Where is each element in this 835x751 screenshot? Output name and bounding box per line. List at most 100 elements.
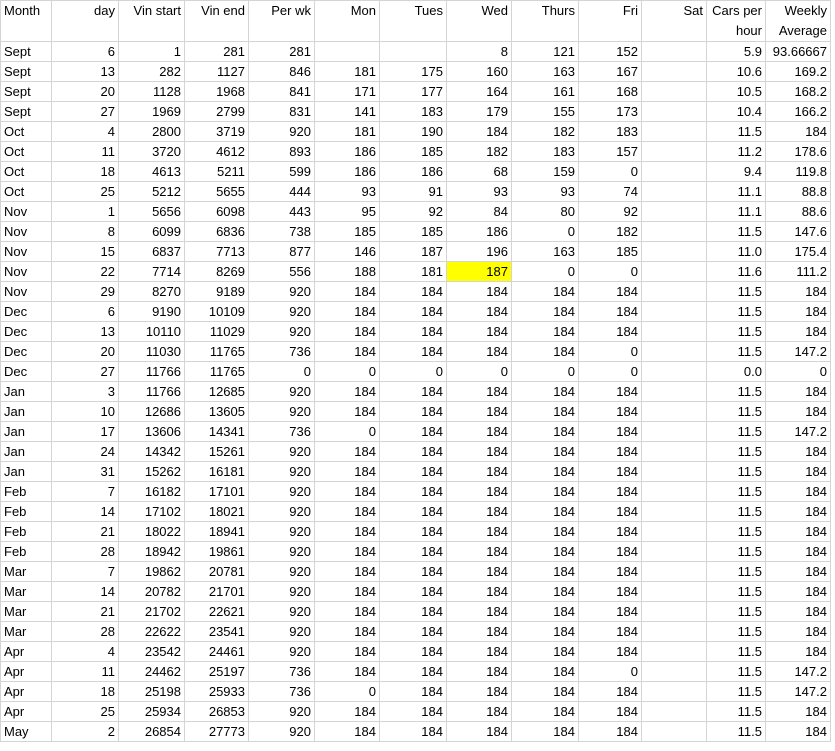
cell-vin-start[interactable]: 5656 xyxy=(118,201,185,222)
cell-wed[interactable]: 186 xyxy=(446,221,512,242)
cell-tues[interactable]: 184 xyxy=(379,541,447,562)
cell-fri[interactable]: 184 xyxy=(578,401,642,422)
cell-day[interactable]: 31 xyxy=(51,461,119,482)
cell-wed[interactable]: 8 xyxy=(446,41,512,62)
cell-sat[interactable] xyxy=(641,361,707,382)
cell-tues[interactable]: 177 xyxy=(379,81,447,102)
cell-tues[interactable]: 190 xyxy=(379,121,447,142)
cell-wed[interactable]: 68 xyxy=(446,161,512,182)
cell-day[interactable]: 10 xyxy=(51,401,119,422)
cell-wed[interactable]: 184 xyxy=(446,521,512,542)
cell-per-wk[interactable]: 599 xyxy=(248,161,315,182)
cell-fri[interactable]: 168 xyxy=(578,81,642,102)
cell-vin-start[interactable]: 21702 xyxy=(118,601,185,622)
cell-vin-start[interactable]: 282 xyxy=(118,61,185,82)
cell-vin-start[interactable]: 11030 xyxy=(118,341,185,362)
cell-day[interactable]: 29 xyxy=(51,281,119,302)
cell-tues[interactable]: 181 xyxy=(379,261,447,282)
cell-day[interactable]: 27 xyxy=(51,101,119,122)
cell-sat[interactable] xyxy=(641,161,707,182)
cell-per-wk[interactable]: 738 xyxy=(248,221,315,242)
cell-weekly-average[interactable]: 184 xyxy=(765,621,831,642)
cell-thurs[interactable]: 184 xyxy=(511,501,579,522)
cell-sat[interactable] xyxy=(641,641,707,662)
cell-vin-end[interactable]: 25933 xyxy=(184,681,249,702)
cell-sat[interactable] xyxy=(641,721,707,742)
cell-vin-end[interactable]: 11029 xyxy=(184,321,249,342)
cell-fri[interactable]: 184 xyxy=(578,701,642,722)
cell-sat[interactable] xyxy=(641,481,707,502)
cell-vin-start[interactable]: 22622 xyxy=(118,621,185,642)
cell-sat[interactable] xyxy=(641,241,707,262)
cell-mon[interactable]: 184 xyxy=(314,441,380,462)
cell-cars-per-hour[interactable]: 11.5 xyxy=(706,641,766,662)
cell-wed[interactable]: 184 xyxy=(446,501,512,522)
cell-per-wk[interactable]: 736 xyxy=(248,421,315,442)
cell-vin-end[interactable]: 18021 xyxy=(184,501,249,522)
cell-tues[interactable]: 184 xyxy=(379,701,447,722)
cell-day[interactable]: 6 xyxy=(51,301,119,322)
cell-fri[interactable]: 184 xyxy=(578,581,642,602)
cell-mon[interactable]: 0 xyxy=(314,361,380,382)
cell-per-wk[interactable]: 920 xyxy=(248,581,315,602)
cell-vin-start[interactable]: 14342 xyxy=(118,441,185,462)
cell-tues[interactable]: 184 xyxy=(379,321,447,342)
cell-sat[interactable] xyxy=(641,661,707,682)
cell-wed[interactable]: 184 xyxy=(446,641,512,662)
cell-per-wk[interactable]: 281 xyxy=(248,41,315,62)
cell-thurs[interactable]: 80 xyxy=(511,201,579,222)
cell-vin-start[interactable]: 15262 xyxy=(118,461,185,482)
cell-weekly-average[interactable]: 111.2 xyxy=(765,261,831,282)
cell-fri[interactable]: 182 xyxy=(578,221,642,242)
cell-sat[interactable] xyxy=(641,601,707,622)
cell-month[interactable]: Oct xyxy=(0,141,52,162)
cell-weekly-average[interactable]: 147.2 xyxy=(765,421,831,442)
cell-mon[interactable]: 93 xyxy=(314,181,380,202)
cell-weekly-average[interactable]: 175.4 xyxy=(765,241,831,262)
cell-month[interactable]: Mar xyxy=(0,581,52,602)
cell-vin-start[interactable]: 23542 xyxy=(118,641,185,662)
cell-day[interactable]: 20 xyxy=(51,81,119,102)
cell-per-wk[interactable]: 736 xyxy=(248,681,315,702)
cell-fri[interactable]: 184 xyxy=(578,441,642,462)
cell-sat[interactable] xyxy=(641,401,707,422)
cell-vin-end[interactable]: 6098 xyxy=(184,201,249,222)
cell-fri[interactable]: 184 xyxy=(578,621,642,642)
cell-vin-start[interactable]: 5212 xyxy=(118,181,185,202)
cell-tues[interactable]: 184 xyxy=(379,561,447,582)
cell-vin-start[interactable]: 9190 xyxy=(118,301,185,322)
cell-weekly-average[interactable]: 184 xyxy=(765,541,831,562)
cell-wed[interactable]: 184 xyxy=(446,701,512,722)
cell-mon[interactable]: 184 xyxy=(314,481,380,502)
cell-thurs[interactable]: 184 xyxy=(511,321,579,342)
cell-thurs[interactable]: 184 xyxy=(511,481,579,502)
cell-vin-end[interactable]: 13605 xyxy=(184,401,249,422)
cell-tues[interactable] xyxy=(379,41,447,62)
cell-weekly-average[interactable]: 184 xyxy=(765,301,831,322)
cell-cars-per-hour[interactable]: 11.1 xyxy=(706,181,766,202)
cell-tues[interactable]: 185 xyxy=(379,221,447,242)
cell-sat[interactable] xyxy=(641,421,707,442)
cell-day[interactable]: 1 xyxy=(51,201,119,222)
cell-cars-per-hour[interactable]: 11.5 xyxy=(706,481,766,502)
cell-per-wk[interactable]: 920 xyxy=(248,321,315,342)
cell-month[interactable]: Apr xyxy=(0,701,52,722)
cell-day[interactable]: 7 xyxy=(51,561,119,582)
cell-vin-start[interactable]: 8270 xyxy=(118,281,185,302)
cell-month[interactable]: Mar xyxy=(0,561,52,582)
cell-sat[interactable] xyxy=(641,701,707,722)
cell-day[interactable]: 15 xyxy=(51,241,119,262)
cell-tues[interactable]: 184 xyxy=(379,421,447,442)
cell-cars-per-hour[interactable]: 10.6 xyxy=(706,61,766,82)
cell-month[interactable]: Apr xyxy=(0,641,52,662)
cell-thurs[interactable]: 184 xyxy=(511,681,579,702)
cell-cars-per-hour[interactable]: 5.9 xyxy=(706,41,766,62)
cell-thurs[interactable]: 184 xyxy=(511,301,579,322)
cell-wed[interactable]: 184 xyxy=(446,581,512,602)
header-cell-sat[interactable]: Sat xyxy=(641,0,707,42)
cell-cars-per-hour[interactable]: 11.0 xyxy=(706,241,766,262)
cell-month[interactable]: Sept xyxy=(0,61,52,82)
cell-per-wk[interactable]: 443 xyxy=(248,201,315,222)
cell-vin-end[interactable]: 26853 xyxy=(184,701,249,722)
cell-sat[interactable] xyxy=(641,441,707,462)
